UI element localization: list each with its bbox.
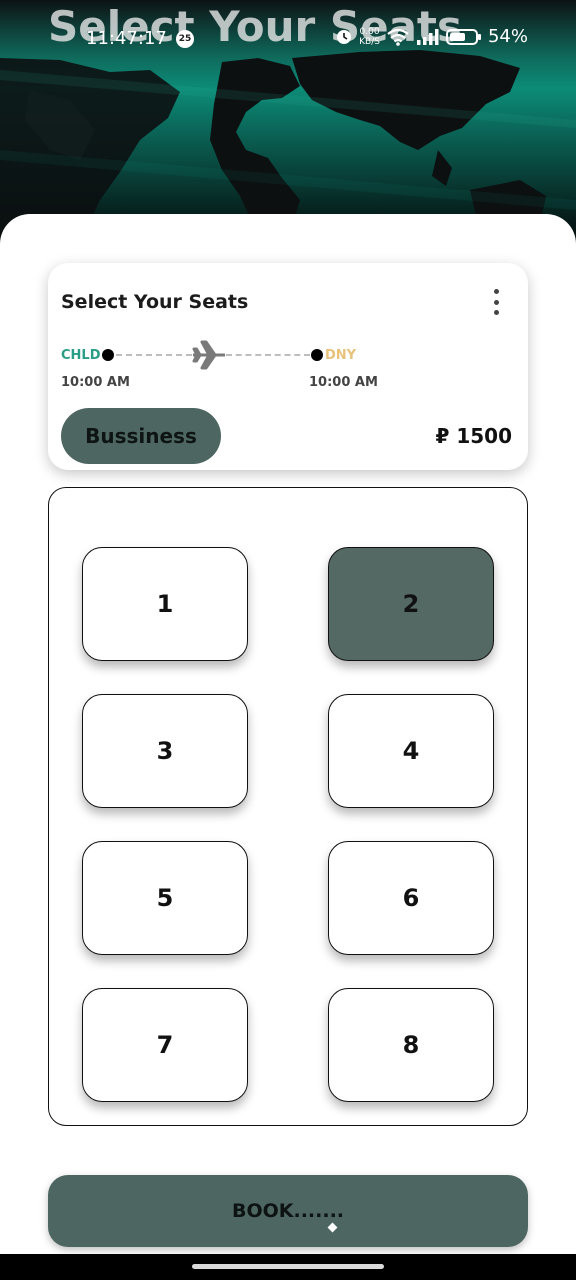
seat-8-button[interactable]: 8	[328, 988, 494, 1102]
card-title: Select Your Seats	[61, 291, 249, 313]
seat-1-button[interactable]: 1	[82, 547, 248, 661]
airplane-icon	[192, 340, 225, 370]
seat-2-button[interactable]: 2	[328, 547, 494, 661]
notification-badge: 25	[176, 30, 194, 48]
route-dash-left	[116, 354, 192, 356]
destination-dot	[311, 349, 323, 361]
signal-icon	[416, 28, 439, 45]
status-bar: 11:47:17 25 0.00 KB/S 54%	[0, 22, 576, 56]
home-gesture-handle[interactable]	[192, 1264, 384, 1269]
ticket-price: ₽ 1500	[435, 424, 512, 448]
status-icons: 0.00 KB/S 54%	[335, 26, 528, 47]
battery-percent: 54%	[487, 26, 528, 47]
network-speed-unit: KB/S	[359, 36, 380, 47]
origin-code: CHLD	[61, 348, 101, 363]
system-nav-bar	[0, 1254, 576, 1280]
arrival-time: 10:00 AM	[309, 375, 378, 390]
seat-6-button[interactable]: 6	[328, 841, 494, 955]
alarm-icon	[337, 29, 352, 44]
seat-grid-panel: 1 2 3 4 5 6 7 8	[48, 487, 528, 1126]
seat-4-button[interactable]: 4	[328, 694, 494, 808]
book-button[interactable]: BOOK.......	[48, 1175, 528, 1247]
travel-class-button[interactable]: Bussiness	[61, 408, 221, 464]
network-speed: 0.00 KB/S	[359, 27, 380, 47]
origin-dot	[102, 349, 114, 361]
destination-code: DNY	[325, 348, 357, 363]
more-options-icon[interactable]	[488, 289, 504, 315]
flight-info-card: Select Your Seats CHLD DNY 10:00 AM 10:0…	[48, 263, 528, 470]
wifi-icon	[387, 28, 409, 46]
network-speed-value: 0.00	[359, 26, 380, 37]
seat-3-button[interactable]: 3	[82, 694, 248, 808]
seat-7-button[interactable]: 7	[82, 988, 248, 1102]
status-time: 11:47:17	[86, 28, 167, 49]
seat-5-button[interactable]: 5	[82, 841, 248, 955]
battery-icon	[445, 28, 481, 45]
route-dash-right	[226, 354, 310, 356]
departure-time: 10:00 AM	[61, 375, 130, 390]
